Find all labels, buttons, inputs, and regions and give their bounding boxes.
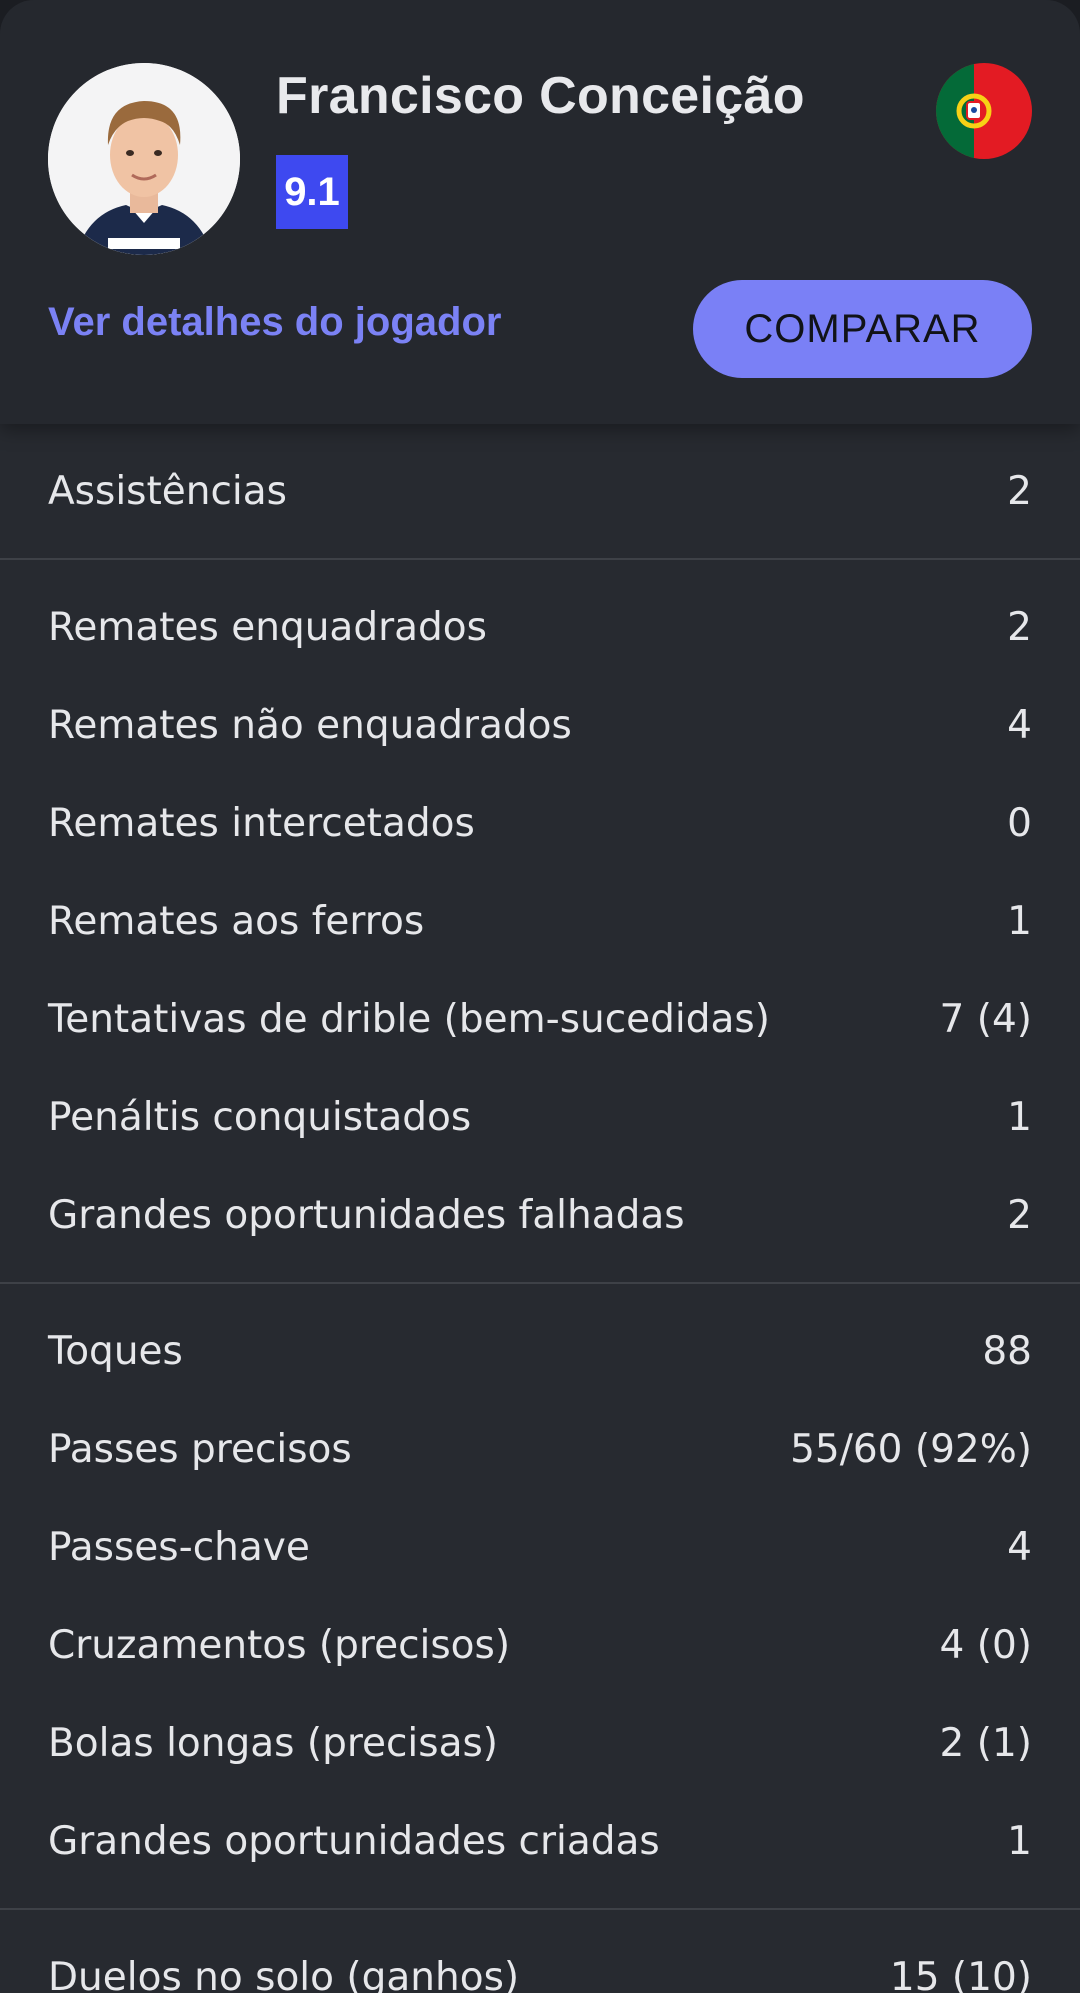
stat-label: Tentativas de drible (bem-sucedidas)	[48, 996, 770, 1042]
stat-row: Remates não enquadrados 4	[0, 676, 1080, 774]
stat-row: Cruzamentos (precisos) 4 (0)	[0, 1596, 1080, 1694]
stat-label: Remates intercetados	[48, 800, 475, 846]
stat-row: Grandes oportunidades criadas 1	[0, 1792, 1080, 1890]
stat-value: 4 (0)	[939, 1622, 1032, 1668]
player-stats-sheet: Francisco Conceição 9.1 Ver detalhes do …	[0, 0, 1080, 1993]
stat-row: Bolas longas (precisas) 2 (1)	[0, 1694, 1080, 1792]
stat-row: Remates aos ferros 1	[0, 872, 1080, 970]
stats-list: Assistências 2 Remates enquadrados 2 Remates…	[0, 424, 1080, 1993]
player-avatar[interactable]	[48, 63, 240, 255]
stat-group: Toques 88 Passes precisos 55/60 (92%) Passes…	[0, 1284, 1080, 1910]
stat-label: Grandes oportunidades criadas	[48, 1818, 660, 1864]
stat-label: Penáltis conquistados	[48, 1094, 472, 1140]
stat-value: 7 (4)	[939, 996, 1032, 1042]
player-header: Francisco Conceição 9.1 Ver detalhes do …	[0, 0, 1080, 424]
stat-label: Bolas longas (precisas)	[48, 1720, 499, 1766]
stat-value: 2	[1007, 604, 1032, 650]
stat-row: Duelos no solo (ganhos) 15 (10)	[0, 1928, 1080, 1993]
stat-row: Passes-chave 4	[0, 1498, 1080, 1596]
stat-value: 2 (1)	[939, 1720, 1032, 1766]
stat-label: Remates aos ferros	[48, 898, 425, 944]
stat-row: Passes precisos 55/60 (92%)	[0, 1400, 1080, 1498]
stat-row: Assistências 2	[0, 442, 1080, 540]
stat-value: 15 (10)	[889, 1954, 1032, 1993]
stat-label: Toques	[48, 1328, 183, 1374]
stat-group: Assistências 2	[0, 424, 1080, 560]
stat-group: Duelos no solo (ganhos) 15 (10)	[0, 1910, 1080, 1993]
stat-row: Tentativas de drible (bem-sucedidas) 7 (4…	[0, 970, 1080, 1068]
stat-label: Grandes oportunidades falhadas	[48, 1192, 685, 1238]
stat-value: 1	[1007, 1818, 1032, 1864]
stat-value: 0	[1007, 800, 1032, 846]
stat-value: 4	[1007, 1524, 1032, 1570]
stat-label: Duelos no solo (ganhos)	[48, 1954, 520, 1993]
stat-row: Toques 88	[0, 1302, 1080, 1400]
compare-button[interactable]: COMPARAR	[693, 280, 1032, 378]
stat-row: Grandes oportunidades falhadas 2	[0, 1166, 1080, 1264]
rating-badge: 9.1	[276, 155, 348, 229]
stat-label: Assistências	[48, 468, 287, 514]
stat-value: 1	[1007, 1094, 1032, 1140]
stat-value: 55/60 (92%)	[790, 1426, 1032, 1472]
stat-value: 2	[1007, 468, 1032, 514]
player-details-link[interactable]: Ver detalhes do jogador	[48, 300, 501, 345]
stat-label: Passes-chave	[48, 1524, 310, 1570]
player-photo-icon	[48, 63, 240, 255]
stat-group: Remates enquadrados 2 Remates não enquadra…	[0, 560, 1080, 1284]
portugal-flag-icon	[936, 63, 1032, 159]
player-name: Francisco Conceição	[276, 67, 805, 125]
stat-row: Penáltis conquistados 1	[0, 1068, 1080, 1166]
stat-value: 1	[1007, 898, 1032, 944]
stat-label: Remates não enquadrados	[48, 702, 572, 748]
stat-label: Passes precisos	[48, 1426, 352, 1472]
stat-row: Remates intercetados 0	[0, 774, 1080, 872]
stat-value: 88	[982, 1328, 1032, 1374]
stat-label: Remates enquadrados	[48, 604, 487, 650]
stat-value: 2	[1007, 1192, 1032, 1238]
stat-value: 4	[1007, 702, 1032, 748]
stat-label: Cruzamentos (precisos)	[48, 1622, 511, 1668]
stat-row: Remates enquadrados 2	[0, 578, 1080, 676]
